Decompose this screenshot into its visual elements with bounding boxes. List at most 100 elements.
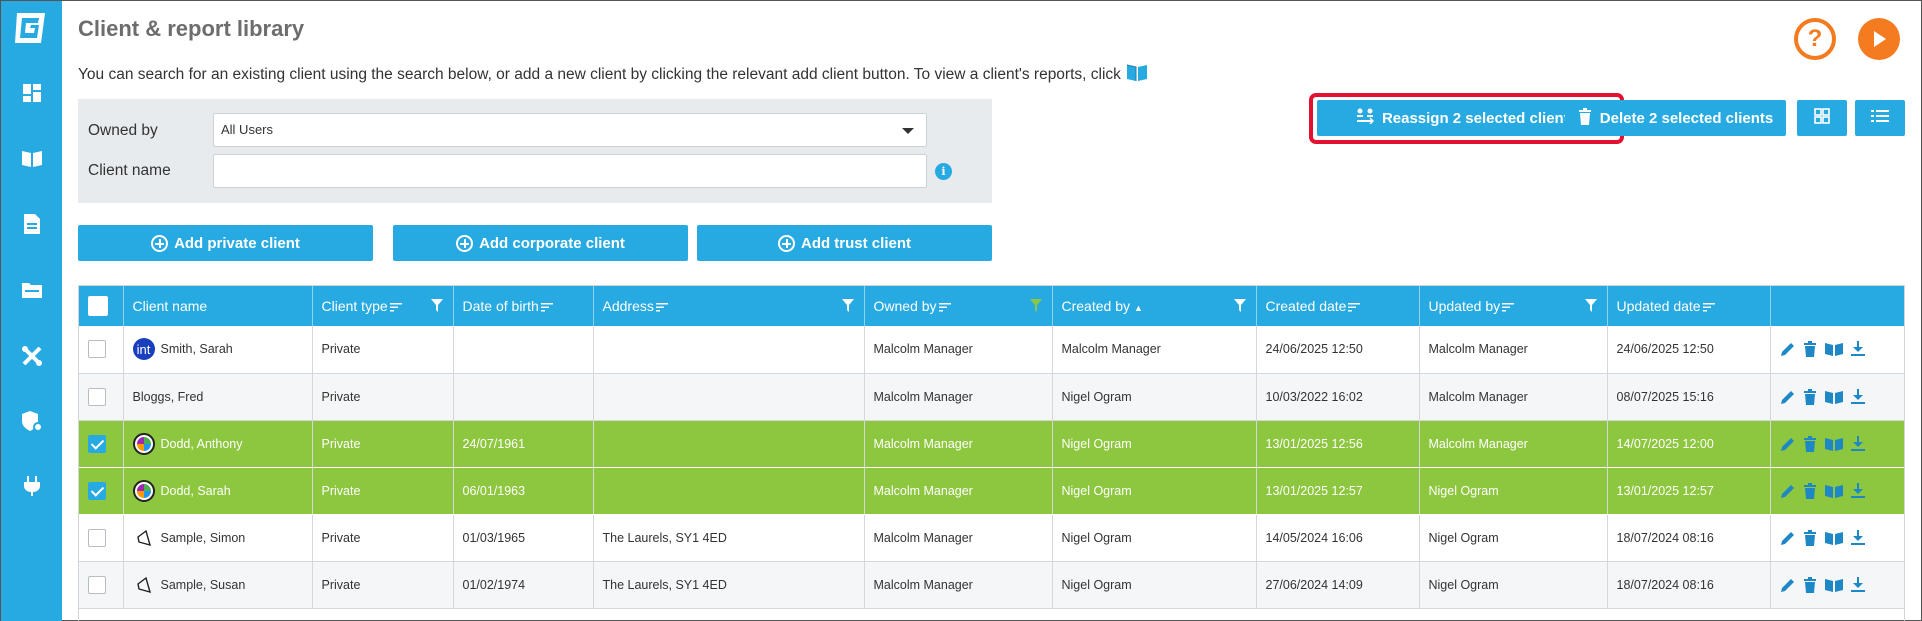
- trash-icon[interactable]: [1803, 482, 1817, 499]
- list-view-button[interactable]: [1855, 100, 1905, 136]
- trash-icon[interactable]: [1803, 388, 1817, 405]
- client-name-cell[interactable]: Dodd, Sarah: [123, 467, 313, 515]
- owned-by-cell: Malcolm Manager: [864, 373, 1053, 421]
- app-logo[interactable]: [11, 9, 51, 47]
- client-name-cell[interactable]: Sample, Simon: [123, 514, 313, 562]
- row-checkbox[interactable]: [88, 481, 106, 500]
- client-name-input[interactable]: [213, 154, 927, 188]
- header-client-type[interactable]: Client type: [312, 286, 454, 326]
- filter-icon[interactable]: [1584, 299, 1597, 312]
- edit-pencil-icon[interactable]: [1780, 341, 1796, 357]
- reports-book-icon[interactable]: [1824, 577, 1844, 593]
- info-icon[interactable]: i: [935, 163, 952, 180]
- trash-icon[interactable]: [1803, 576, 1817, 593]
- reports-book-icon[interactable]: [1824, 341, 1844, 357]
- reports-book-icon[interactable]: [1824, 436, 1844, 452]
- header-created-by[interactable]: Created by ▲: [1052, 286, 1257, 326]
- shield-settings-icon[interactable]: [19, 408, 45, 434]
- download-icon[interactable]: [1850, 482, 1865, 499]
- sort-icon[interactable]: [938, 302, 951, 312]
- sort-icon[interactable]: [389, 302, 402, 312]
- edit-pencil-icon[interactable]: [1780, 577, 1796, 593]
- table-row[interactable]: Sample, Simon Private 01/03/1965 The Lau…: [79, 514, 1904, 562]
- sidebar: [1, 1, 62, 621]
- sort-icon[interactable]: [540, 302, 553, 312]
- tools-icon[interactable]: [19, 343, 45, 369]
- play-video-icon[interactable]: [1858, 18, 1900, 60]
- row-checkbox[interactable]: [88, 434, 106, 453]
- row-select-cell[interactable]: [79, 561, 124, 609]
- library-book-icon[interactable]: [19, 145, 45, 171]
- folder-icon[interactable]: [19, 277, 45, 303]
- row-checkbox[interactable]: [88, 340, 106, 359]
- row-select-cell[interactable]: [79, 467, 124, 515]
- edit-pencil-icon[interactable]: [1780, 436, 1796, 452]
- filter-icon[interactable]: [430, 299, 443, 312]
- client-type-cell: Private: [312, 561, 454, 609]
- table-row[interactable]: Dodd, Anthony Private 24/07/1961 Malcolm…: [79, 420, 1904, 468]
- row-select-cell[interactable]: [79, 514, 124, 562]
- sort-ascending-icon[interactable]: ▲: [1134, 303, 1143, 313]
- add-private-client-button[interactable]: Add private client: [78, 225, 373, 261]
- edit-pencil-icon[interactable]: [1780, 530, 1796, 546]
- reports-book-icon[interactable]: [1824, 389, 1844, 405]
- add-trust-client-button[interactable]: Add trust client: [697, 225, 992, 261]
- header-updated-by[interactable]: Updated by: [1419, 286, 1608, 326]
- download-icon[interactable]: [1850, 341, 1865, 357]
- sort-icon[interactable]: [1502, 302, 1515, 312]
- trash-icon[interactable]: [1803, 435, 1817, 452]
- table-row[interactable]: Dodd, Sarah Private 06/01/1963 Malcolm M…: [79, 467, 1904, 515]
- download-icon[interactable]: [1850, 435, 1865, 452]
- filter-active-icon[interactable]: [1029, 299, 1042, 312]
- header-updated-date[interactable]: Updated date: [1607, 286, 1771, 326]
- client-name-cell[interactable]: Dodd, Anthony: [123, 420, 313, 468]
- reports-book-icon[interactable]: [1824, 483, 1844, 499]
- address-cell: [593, 420, 865, 468]
- owned-by-select[interactable]: All Users: [213, 113, 927, 147]
- edit-pencil-icon[interactable]: [1780, 483, 1796, 499]
- filter-icon[interactable]: [841, 299, 854, 312]
- row-checkbox[interactable]: [88, 387, 106, 406]
- download-icon[interactable]: [1850, 576, 1865, 593]
- table-row[interactable]: int Smith, Sarah Private Malcolm Manager…: [79, 326, 1904, 374]
- updated-by-cell: Nigel Ogram: [1419, 514, 1608, 562]
- download-icon[interactable]: [1850, 388, 1865, 405]
- client-name-cell[interactable]: Bloggs, Fred: [123, 373, 313, 421]
- edit-pencil-icon[interactable]: [1780, 389, 1796, 405]
- dob-cell: 06/01/1963: [453, 467, 594, 515]
- trash-icon[interactable]: [1803, 529, 1817, 546]
- header-date-of-birth[interactable]: Date of birth: [453, 286, 594, 326]
- plug-icon[interactable]: [19, 473, 45, 499]
- actions-cell: [1770, 420, 1904, 468]
- row-select-cell[interactable]: [79, 420, 124, 468]
- grid-view-button[interactable]: [1797, 100, 1847, 136]
- dashboard-icon[interactable]: [19, 80, 45, 106]
- client-name-cell[interactable]: Sample, Susan: [123, 561, 313, 609]
- header-created-date[interactable]: Created date: [1256, 286, 1420, 326]
- row-checkbox[interactable]: [88, 528, 106, 547]
- delete-selected-button[interactable]: Delete 2 selected clients: [1565, 100, 1786, 136]
- trash-icon[interactable]: [1803, 341, 1817, 358]
- table-row[interactable]: Sample, Susan Private 01/02/1974 The Lau…: [79, 561, 1904, 609]
- trash-icon: [1578, 107, 1592, 129]
- sort-icon[interactable]: [1348, 302, 1361, 312]
- download-icon[interactable]: [1850, 529, 1865, 546]
- header-client-name[interactable]: Client name: [123, 286, 313, 326]
- select-all-checkbox[interactable]: [88, 296, 108, 316]
- filter-icon[interactable]: [1233, 299, 1246, 312]
- header-address[interactable]: Address: [593, 286, 865, 326]
- row-select-cell[interactable]: [79, 373, 124, 421]
- client-name-cell[interactable]: int Smith, Sarah: [123, 326, 313, 374]
- add-corporate-client-button[interactable]: Add corporate client: [393, 225, 688, 261]
- table-row[interactable]: Bloggs, Fred Private Malcolm Manager Nig…: [79, 373, 1904, 421]
- document-icon[interactable]: [19, 211, 45, 237]
- row-checkbox[interactable]: [88, 575, 106, 594]
- header-label: Created date: [1265, 298, 1347, 314]
- sort-icon[interactable]: [655, 302, 668, 312]
- reports-book-icon[interactable]: [1824, 530, 1844, 546]
- sort-icon[interactable]: [1702, 302, 1715, 312]
- row-select-cell[interactable]: [79, 326, 124, 374]
- select-all-header[interactable]: [79, 286, 124, 326]
- header-owned-by[interactable]: Owned by: [864, 286, 1053, 326]
- help-icon[interactable]: ?: [1794, 18, 1836, 60]
